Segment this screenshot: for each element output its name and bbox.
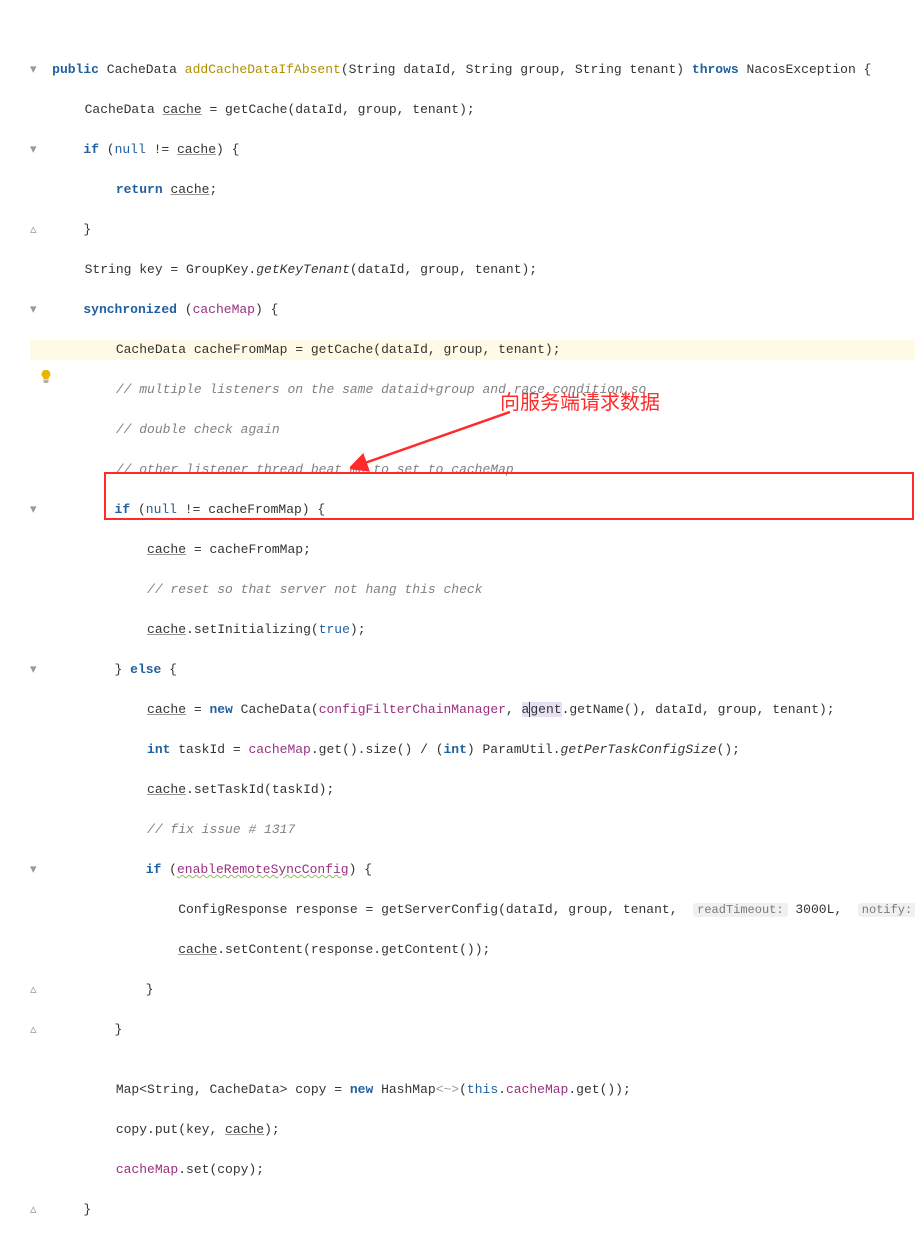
intention-bulb-icon[interactable]: [8, 349, 22, 363]
code-line: ▵ }: [30, 1200, 915, 1220]
fold-toggle-icon[interactable]: ▾: [30, 142, 37, 157]
code-line: Map<String, CacheData> copy = new HashMa…: [30, 1080, 915, 1100]
code-line: copy.put(key, cache);: [30, 1120, 915, 1140]
code-line: CacheData cacheFromMap = getCache(dataId…: [30, 340, 915, 360]
fold-toggle-icon[interactable]: ▾: [30, 62, 37, 77]
code-line: ▾ if (null != cache) {: [30, 140, 915, 160]
code-line: cache = new CacheData(configFilterChainM…: [30, 700, 915, 720]
editor-gutter: [0, 0, 28, 639]
fold-toggle-icon[interactable]: ▾: [30, 302, 37, 317]
code-line: // multiple listeners on the same dataid…: [30, 380, 915, 400]
code-line: ▵ }: [30, 980, 915, 1000]
code-line: ▾ public CacheData addCacheDataIfAbsent(…: [30, 60, 915, 80]
annotation-highlight-box: [104, 472, 914, 520]
code-line: cacheMap.set(copy);: [30, 1160, 915, 1180]
code-line: // reset so that server not hang this ch…: [30, 580, 915, 600]
code-line: String key = GroupKey.getKeyTenant(dataI…: [30, 260, 915, 280]
code-editor[interactable]: ▾ public CacheData addCacheDataIfAbsent(…: [30, 0, 915, 1240]
code-line: cache.setInitializing(true);: [30, 620, 915, 640]
code-line: ▵ }: [30, 220, 915, 240]
code-line: ▾ } else {: [30, 660, 915, 680]
code-line: cache.setContent(response.getContent());: [30, 940, 915, 960]
code-line: return cache;: [30, 180, 915, 200]
code-line: cache.setTaskId(taskId);: [30, 780, 915, 800]
inlay-hint: readTimeout:: [693, 903, 787, 917]
code-line: cache = cacheFromMap;: [30, 540, 915, 560]
annotation-arrow-icon: [350, 404, 520, 474]
code-line: ▾ if (enableRemoteSyncConfig) {: [30, 860, 915, 880]
code-line: CacheData cache = getCache(dataId, group…: [30, 100, 915, 120]
fold-toggle-icon[interactable]: ▾: [30, 662, 37, 677]
fold-toggle-icon[interactable]: ▾: [30, 862, 37, 877]
code-line: // fix issue # 1317: [30, 820, 915, 840]
code-line: ▾ synchronized (cacheMap) {: [30, 300, 915, 320]
code-line: int taskId = cacheMap.get().size() / (in…: [30, 740, 915, 760]
code-line: ConfigResponse response = getServerConfi…: [30, 900, 915, 920]
code-line: ▵ }: [30, 1020, 915, 1040]
inlay-hint: notify:: [858, 903, 915, 917]
annotation-text: 向服务端请求数据: [500, 393, 660, 413]
fold-toggle-icon[interactable]: ▾: [30, 502, 37, 517]
